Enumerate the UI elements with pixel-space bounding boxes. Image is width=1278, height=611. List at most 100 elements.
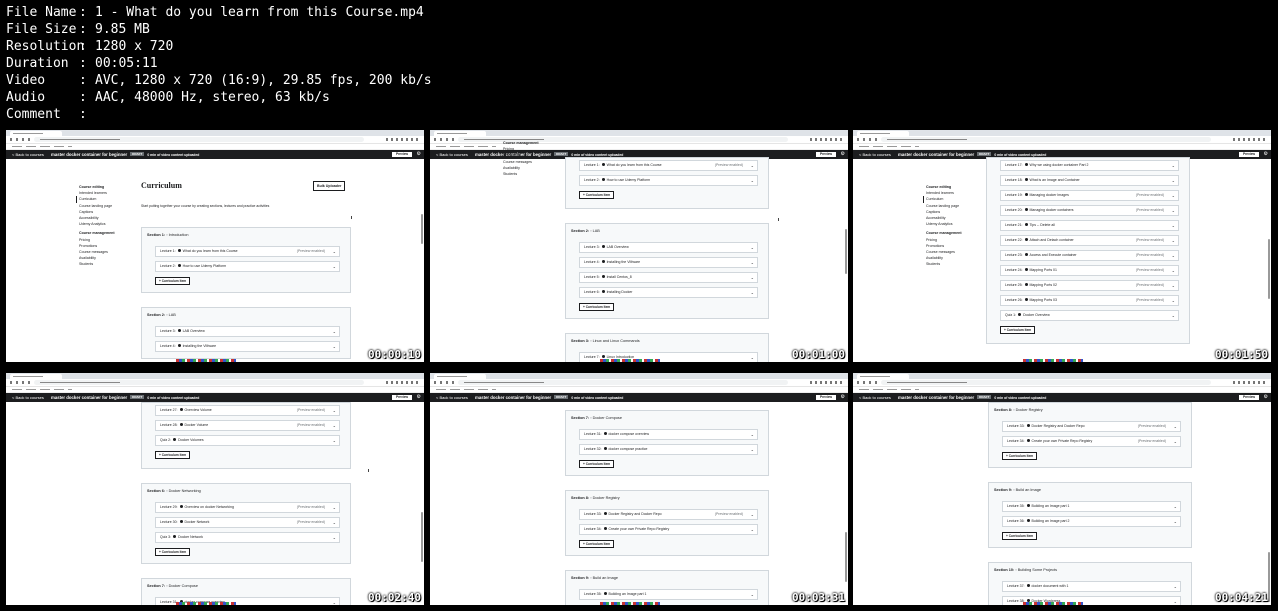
back-to-courses-link[interactable]: < Back to courses [12, 150, 44, 159]
lecture-row[interactable]: Lecture 37: docker document with 1 ⌄ [1002, 581, 1181, 592]
url-field[interactable] [458, 380, 788, 385]
chevron-down-icon[interactable]: ⌄ [1174, 597, 1177, 605]
chevron-down-icon[interactable]: ⌄ [1172, 176, 1175, 185]
scrollbar-thumb[interactable] [421, 214, 423, 244]
lecture-row[interactable]: Quiz 3: Docker Network ⌄ [155, 532, 340, 543]
lecture-row[interactable]: Lecture 27: Overview Volume (Preview enabl… [155, 405, 340, 416]
add-curriculum-item-button[interactable]: + Curriculum Item [155, 548, 191, 556]
chevron-down-icon[interactable]: ⌄ [333, 598, 336, 605]
chevron-down-icon[interactable]: ⌄ [333, 503, 336, 512]
lecture-row[interactable]: Lecture 17: Why we using docker container… [1000, 160, 1179, 171]
sidebar-item[interactable]: Course landing page [79, 203, 115, 209]
chevron-down-icon[interactable]: ⌄ [333, 247, 336, 256]
gear-icon[interactable]: ⚙ [417, 150, 421, 159]
lecture-row[interactable]: Lecture 21: Tips -- Delete all ⌄ [1000, 220, 1179, 231]
scrollbar-thumb[interactable] [1268, 552, 1270, 602]
lecture-row[interactable]: Lecture 18: What is an Image and Containe… [1000, 175, 1179, 186]
chevron-down-icon[interactable]: ⌄ [333, 327, 336, 336]
preview-button[interactable]: Preview [391, 152, 412, 157]
extensions-icon[interactable] [810, 138, 844, 141]
back-to-courses-link[interactable]: < Back to courses [859, 393, 891, 402]
gear-icon[interactable]: ⚙ [841, 150, 845, 159]
scrollbar-thumb[interactable] [845, 229, 847, 274]
url-field[interactable] [881, 380, 1211, 385]
lecture-row[interactable]: Lecture 4: Installing the VMware ⌄ [155, 341, 340, 352]
chevron-down-icon[interactable]: ⌄ [751, 176, 754, 185]
lecture-row[interactable]: Lecture 23: Access and Execute container (… [1000, 250, 1179, 261]
lecture-row[interactable]: Lecture 20: Managing docker containers (Pr… [1000, 205, 1179, 216]
chevron-down-icon[interactable]: ⌄ [1174, 502, 1177, 511]
lecture-row[interactable]: Lecture 30: Docker Network (Preview enable… [155, 517, 340, 528]
chevron-down-icon[interactable]: ⌄ [1172, 296, 1175, 305]
chevron-down-icon[interactable]: ⌄ [1172, 251, 1175, 260]
add-curriculum-item-button[interactable]: + Curriculum Item [1002, 532, 1038, 540]
chevron-down-icon[interactable]: ⌄ [333, 421, 336, 430]
chevron-down-icon[interactable]: ⌄ [1174, 437, 1177, 446]
chevron-down-icon[interactable]: ⌄ [333, 518, 336, 527]
chevron-down-icon[interactable]: ⌄ [1172, 191, 1175, 200]
chevron-down-icon[interactable]: ⌄ [1172, 311, 1175, 320]
add-curriculum-item-button[interactable]: + Curriculum Item [155, 451, 191, 459]
chevron-down-icon[interactable]: ⌄ [1172, 266, 1175, 275]
lecture-row[interactable]: Lecture 35: Building an Image part 1 ⌄ [1002, 501, 1181, 512]
chevron-down-icon[interactable]: ⌄ [751, 510, 754, 519]
nav-buttons-icon[interactable] [10, 381, 30, 384]
chevron-down-icon[interactable]: ⌄ [333, 342, 336, 351]
lecture-row[interactable]: Lecture 29: Overview on docker Networking… [155, 502, 340, 513]
chevron-down-icon[interactable]: ⌄ [751, 258, 754, 267]
chevron-down-icon[interactable]: ⌄ [1172, 221, 1175, 230]
sidebar-item[interactable]: Students [926, 261, 962, 267]
chevron-down-icon[interactable]: ⌄ [333, 436, 336, 445]
lecture-row[interactable]: Lecture 36: Building an Image part 2 ⌄ [1002, 516, 1181, 527]
chevron-down-icon[interactable]: ⌄ [751, 430, 754, 439]
lecture-row[interactable]: Lecture 1: What do you learn from this Co… [155, 246, 340, 257]
extensions-icon[interactable] [1233, 381, 1267, 384]
gear-icon[interactable]: ⚙ [1264, 393, 1268, 402]
preview-button[interactable]: Preview [1238, 152, 1259, 157]
lecture-row[interactable]: Lecture 33: Docker Registry and Docker Re… [579, 509, 758, 520]
chevron-down-icon[interactable]: ⌄ [751, 353, 754, 362]
lecture-row[interactable]: Lecture 3: LAB Overview ⌄ [155, 326, 340, 337]
chevron-down-icon[interactable]: ⌄ [751, 273, 754, 282]
nav-buttons-icon[interactable] [857, 138, 877, 141]
bulk-uploader-button[interactable]: Bulk Uploader [313, 181, 346, 191]
add-curriculum-item-button[interactable]: + Curriculum Item [579, 460, 615, 468]
chevron-down-icon[interactable]: ⌄ [1172, 161, 1175, 170]
chevron-down-icon[interactable]: ⌄ [1174, 422, 1177, 431]
add-curriculum-item-button[interactable]: + Curriculum Item [1000, 326, 1036, 334]
chevron-down-icon[interactable]: ⌄ [751, 161, 754, 170]
lecture-row[interactable]: Lecture 5: Install Centos_8 ⌄ [579, 272, 758, 283]
lecture-row[interactable]: Lecture 19: Managing docker Images (Previe… [1000, 190, 1179, 201]
scrollbar-thumb[interactable] [421, 512, 423, 562]
back-to-courses-link[interactable]: < Back to courses [436, 150, 468, 159]
chevron-down-icon[interactable]: ⌄ [751, 445, 754, 454]
add-curriculum-item-button[interactable]: + Curriculum Item [579, 303, 615, 311]
chevron-down-icon[interactable]: ⌄ [333, 262, 336, 271]
extensions-icon[interactable] [1233, 138, 1267, 141]
chevron-down-icon[interactable]: ⌄ [333, 533, 336, 542]
chevron-down-icon[interactable]: ⌄ [751, 243, 754, 252]
preview-button[interactable]: Preview [1238, 395, 1259, 400]
preview-button[interactable]: Preview [815, 395, 836, 400]
lecture-row[interactable]: Lecture 31:docker compose overview ⌄ [579, 429, 758, 440]
sidebar-item[interactable]: Udemy Analytics [79, 221, 115, 227]
url-field[interactable] [881, 137, 1211, 142]
chevron-down-icon[interactable]: ⌄ [1174, 582, 1177, 591]
back-to-courses-link[interactable]: < Back to courses [12, 393, 44, 402]
add-curriculum-item-button[interactable]: + Curriculum Item [579, 191, 615, 199]
lecture-row[interactable]: Lecture 34: Create your own Private Repo … [1002, 436, 1181, 447]
lecture-row[interactable]: Lecture 32: docker compose practice ⌄ [579, 444, 758, 455]
preview-button[interactable]: Preview [391, 395, 412, 400]
lecture-row[interactable]: Lecture 33: Docker Registry and Docker Re… [1002, 421, 1181, 432]
lecture-row[interactable]: Lecture 2: How to use Udemy Platform ⌄ [155, 261, 340, 272]
back-to-courses-link[interactable]: < Back to courses [436, 393, 468, 402]
lecture-row[interactable]: Lecture 28: Docker Volume (Preview enabled… [155, 420, 340, 431]
lecture-row[interactable]: Quiz 2: Docker Volumes ⌄ [155, 435, 340, 446]
preview-button[interactable]: Preview [815, 152, 836, 157]
nav-buttons-icon[interactable] [857, 381, 877, 384]
add-curriculum-item-button[interactable]: + Curriculum Item [1002, 452, 1038, 460]
lecture-row[interactable]: Lecture 22: Attach and Detach container (P… [1000, 235, 1179, 246]
chevron-down-icon[interactable]: ⌄ [751, 525, 754, 534]
lecture-row[interactable]: Lecture 6: Installing Docker ⌄ [579, 287, 758, 298]
lecture-row[interactable]: Lecture 25: Mapping Ports 02 (Preview enab… [1000, 280, 1179, 291]
